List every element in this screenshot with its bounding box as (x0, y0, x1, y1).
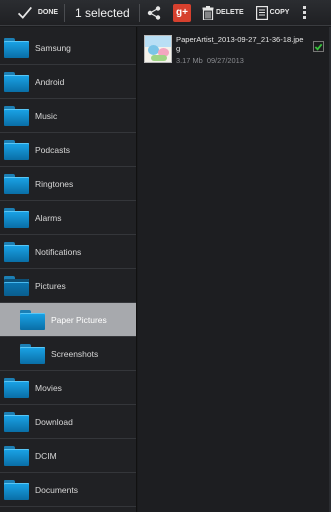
folder-label: DCIM (35, 450, 57, 461)
copy-icon (255, 5, 268, 20)
folder-item[interactable]: Podcasts (0, 133, 136, 167)
folder-icon (4, 173, 29, 194)
overflow-menu-icon (302, 6, 306, 9)
action-bar: DONE 1 selected g+ DELETE COPY (0, 0, 331, 26)
folder-label: Pictures (35, 280, 66, 291)
overflow-menu-button[interactable] (295, 0, 313, 25)
folder-icon (4, 105, 29, 126)
file-name: PaperArtist_2013-09-27_21-36-18.jpeg (176, 35, 304, 53)
done-label: DONE (37, 9, 59, 16)
file-item[interactable]: PaperArtist_2013-09-27_21-36-18.jpeg 3.1… (144, 35, 324, 69)
folder-label: Download (35, 416, 73, 427)
folder-label: Alarms (35, 212, 62, 223)
folder-label: Ringtones (35, 178, 74, 189)
folder-label: Documents (35, 484, 78, 495)
google-plus-icon: g+ (173, 3, 191, 22)
folder-label: Music (35, 110, 58, 121)
overflow-dot (302, 11, 306, 14)
folder-item[interactable]: Documents (0, 473, 136, 507)
folder-icon (4, 241, 29, 262)
folder-icon (4, 479, 29, 500)
file-list: PaperArtist_2013-09-27_21-36-18.jpeg 3.1… (138, 27, 331, 512)
folder-item[interactable]: Music (0, 99, 136, 133)
folder-item[interactable]: Paper Pictures (0, 303, 136, 337)
copy-label: COPY (269, 9, 290, 16)
overflow-dot (302, 16, 306, 19)
folder-label: Screenshots (51, 348, 99, 359)
folder-label: Samsung (35, 42, 71, 53)
file-size: 3.17 Mb (176, 56, 203, 65)
folder-item[interactable]: Samsung (0, 31, 136, 65)
folder-item[interactable]: Pictures (0, 269, 136, 303)
folder-tree: Samsung Android Music Podcasts Ringtones Alar… (0, 27, 137, 512)
folder-item[interactable]: Ringtones (0, 167, 136, 201)
folder-icon (20, 309, 45, 330)
folder-open-icon (4, 275, 29, 296)
image-thumbnail (144, 35, 172, 63)
checkmark-icon (314, 43, 323, 51)
file-date: 09/27/2013 (206, 56, 244, 65)
folder-label: Android (35, 76, 65, 87)
folder-icon (4, 71, 29, 92)
folder-item[interactable]: Download (0, 405, 136, 439)
delete-label: DELETE (216, 9, 244, 16)
google-plus-button[interactable]: g+ (168, 0, 196, 25)
folder-icon (4, 445, 29, 466)
checkmark-icon (17, 6, 32, 19)
folder-item[interactable]: Android (0, 65, 136, 99)
folder-item[interactable]: DCIM (0, 439, 136, 473)
folder-label: Podcasts (35, 144, 70, 155)
folder-item[interactable]: Movies (0, 371, 136, 405)
copy-button[interactable]: COPY (250, 0, 296, 25)
file-checkbox[interactable] (313, 41, 324, 52)
folder-icon (4, 207, 29, 228)
folder-icon (4, 139, 29, 160)
folder-icon (4, 37, 29, 58)
trash-icon (202, 5, 214, 20)
folder-label: Movies (35, 382, 62, 393)
folder-item[interactable]: Notifications (0, 235, 136, 269)
folder-icon (4, 411, 29, 432)
folder-item[interactable]: Alarms (0, 201, 136, 235)
share-button[interactable] (140, 0, 168, 25)
file-meta: 3.17 Mb 09/27/2013 (176, 56, 306, 65)
folder-item[interactable]: Screenshots (0, 337, 136, 371)
done-button[interactable]: DONE (0, 0, 64, 25)
share-icon (147, 5, 161, 20)
delete-button[interactable]: DELETE (196, 0, 250, 25)
selected-count: 1 selected (75, 5, 130, 20)
folder-label: Notifications (35, 246, 82, 257)
folder-icon (20, 343, 45, 364)
folder-label: Paper Pictures (51, 314, 107, 325)
folder-icon (4, 377, 29, 398)
